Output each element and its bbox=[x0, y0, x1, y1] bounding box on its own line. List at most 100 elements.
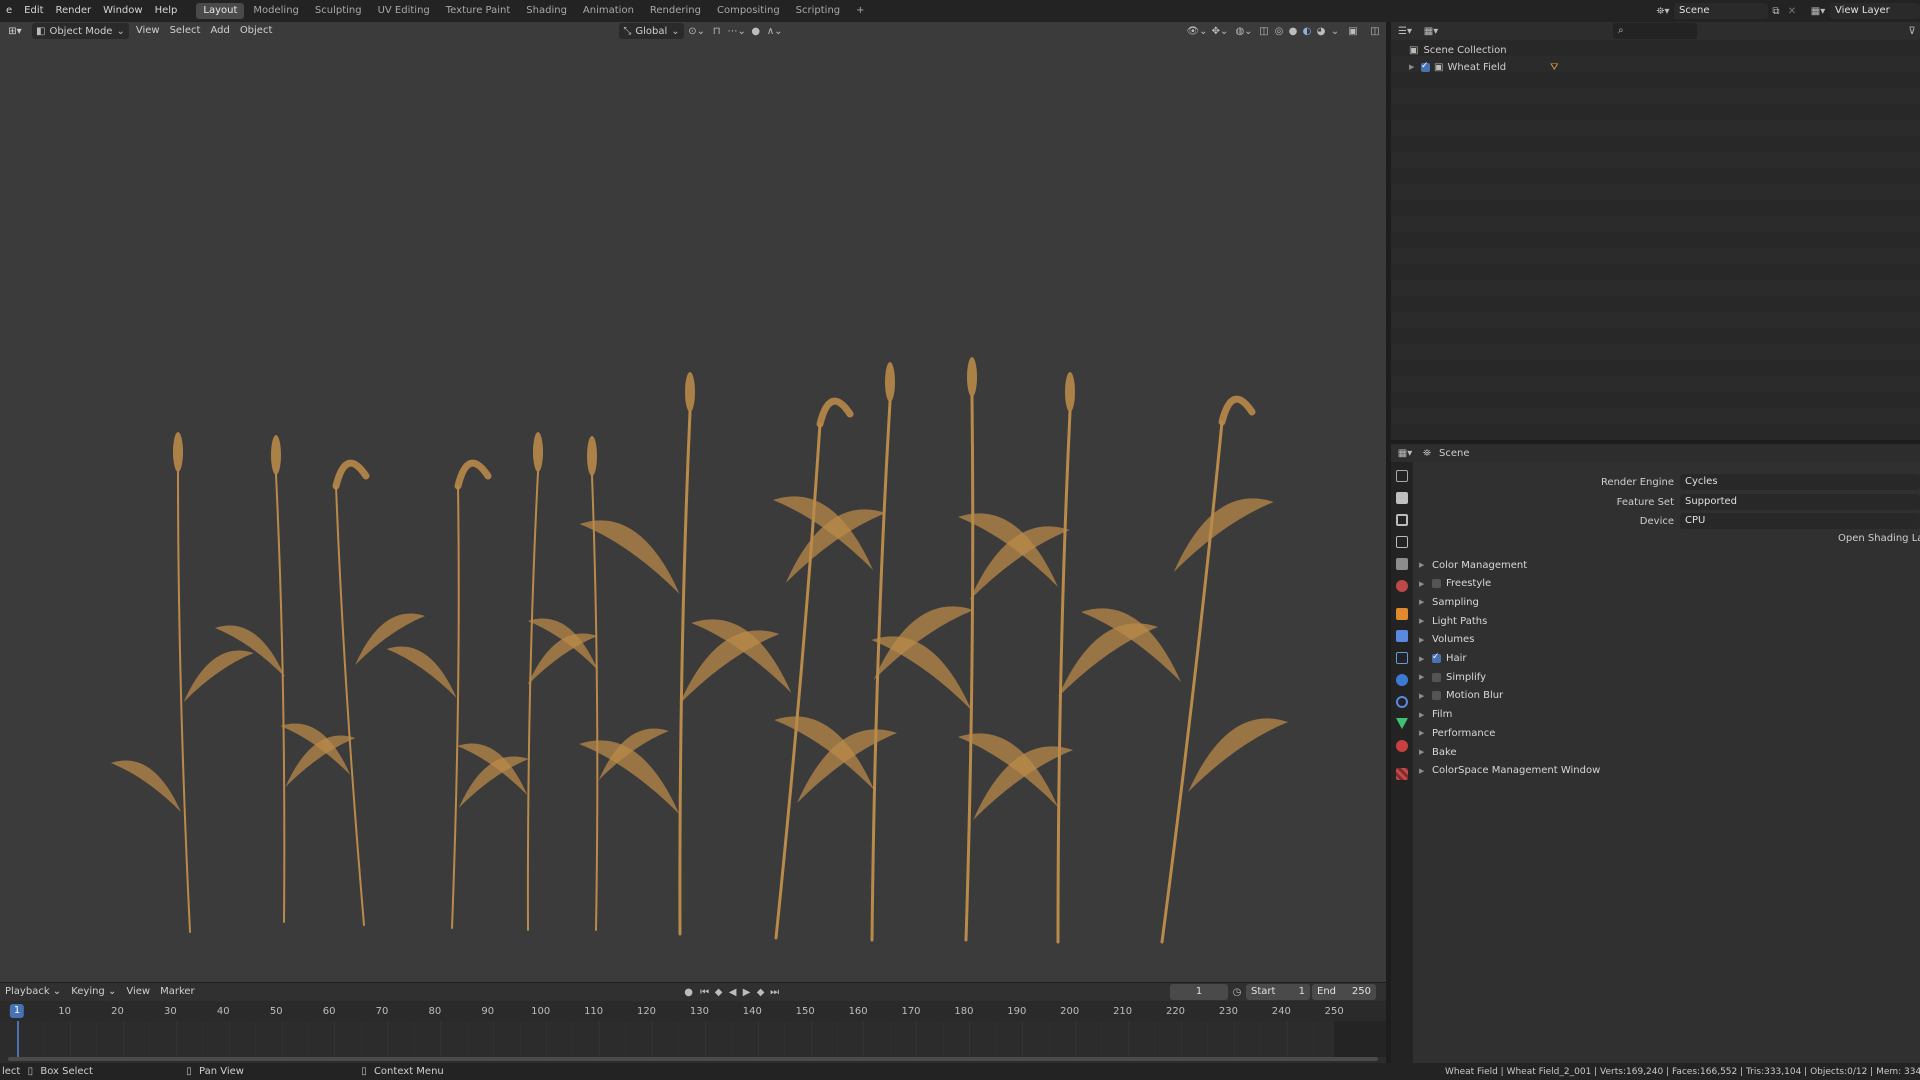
editor-type-icon[interactable]: ⊞▾ bbox=[0, 26, 30, 37]
panel-checkbox[interactable] bbox=[1432, 579, 1441, 589]
tab-layout[interactable]: Layout bbox=[196, 3, 245, 19]
tool-tab-icon[interactable] bbox=[1396, 470, 1408, 482]
tab-animation[interactable]: Animation bbox=[576, 3, 641, 19]
visibility-icon[interactable]: 👁⌄ bbox=[1186, 26, 1208, 37]
snap-icon[interactable]: ⊓ bbox=[708, 26, 726, 37]
outliner-item-wheat-field[interactable]: ▶ ▣ Wheat Field ⛛ bbox=[1409, 60, 1559, 74]
next-keyframe-icon[interactable]: ◆ bbox=[754, 987, 768, 998]
render-menu[interactable]: Render bbox=[50, 0, 98, 22]
expand-arrow-icon[interactable]: ▶ bbox=[1409, 63, 1417, 71]
end-frame-field[interactable]: End 250 bbox=[1312, 984, 1376, 1000]
panel-header[interactable]: ▶ Film bbox=[1419, 707, 1452, 723]
output-tab-icon[interactable] bbox=[1396, 514, 1408, 526]
edit-menu[interactable]: Edit bbox=[18, 0, 49, 22]
transform-orientation[interactable]: ⤡ Global ⌄ bbox=[619, 23, 684, 39]
marker-menu[interactable]: Marker bbox=[155, 984, 200, 1000]
panel-header[interactable]: ▶ Motion Blur bbox=[1419, 688, 1503, 704]
data-tab-icon[interactable] bbox=[1396, 718, 1408, 729]
texture-tab-icon[interactable] bbox=[1396, 768, 1408, 780]
remove-scene-icon[interactable]: ✕ bbox=[1784, 6, 1800, 17]
keying-menu[interactable]: Keying ⌄ bbox=[66, 984, 121, 1000]
panel-header[interactable]: ▶ Simplify bbox=[1419, 669, 1486, 685]
jump-start-icon[interactable]: ⏮ bbox=[698, 987, 712, 998]
panel-header[interactable]: ▶ Sampling bbox=[1419, 594, 1479, 610]
feature-set-select[interactable]: Supported bbox=[1680, 494, 1920, 510]
panel-checkbox[interactable] bbox=[1432, 652, 1441, 663]
object-menu[interactable]: Object bbox=[235, 23, 278, 39]
solid-shading-icon[interactable]: ● bbox=[1286, 26, 1300, 37]
playback-menu[interactable]: Playback ⌄ bbox=[0, 984, 66, 1000]
start-frame-field[interactable]: Start 1 bbox=[1246, 984, 1310, 1000]
panel-header[interactable]: ▶ Hair bbox=[1419, 651, 1467, 667]
record-icon[interactable]: ● bbox=[680, 987, 698, 998]
split-view-icon[interactable]: ◫ bbox=[1364, 26, 1386, 37]
camera-view-icon[interactable]: ▣ bbox=[1342, 26, 1364, 37]
panel-header[interactable]: ▶ Bake bbox=[1419, 744, 1457, 760]
panel-header[interactable]: ▶ Light Paths bbox=[1419, 613, 1487, 629]
prev-keyframe-icon[interactable]: ◆ bbox=[712, 987, 726, 998]
particles-tab-icon[interactable] bbox=[1396, 652, 1408, 664]
tab-compositing[interactable]: Compositing bbox=[710, 3, 787, 19]
panel-header[interactable]: ▶ Freestyle bbox=[1419, 576, 1491, 592]
new-scene-icon[interactable]: ⧉ bbox=[1768, 6, 1784, 17]
view-layer-tab-icon[interactable] bbox=[1396, 536, 1408, 548]
mode-selector[interactable]: ◧ Object Mode ⌄ bbox=[32, 23, 129, 39]
add-menu[interactable]: Add bbox=[205, 23, 234, 39]
physics-tab-icon[interactable] bbox=[1396, 674, 1408, 686]
view-layer-icon[interactable]: ▦▾ bbox=[1806, 6, 1830, 17]
material-tab-icon[interactable] bbox=[1396, 740, 1408, 752]
file-menu[interactable]: e bbox=[0, 0, 18, 22]
constraints-tab-icon[interactable] bbox=[1396, 696, 1408, 708]
panel-header[interactable]: ▶ Performance bbox=[1419, 725, 1495, 741]
play-reverse-icon[interactable]: ◀ bbox=[726, 987, 740, 998]
exclude-checkbox[interactable] bbox=[1421, 61, 1430, 72]
3d-viewport[interactable] bbox=[0, 22, 1386, 982]
xray-icon[interactable]: ◫ bbox=[1256, 26, 1272, 37]
outliner-search-input[interactable]: ⌕ bbox=[1613, 23, 1697, 39]
scene-icon[interactable]: ⛯▾ bbox=[1652, 6, 1674, 17]
tab-rendering[interactable]: Rendering bbox=[643, 3, 708, 19]
help-menu[interactable]: Help bbox=[149, 0, 184, 22]
scene-tab-icon[interactable] bbox=[1396, 558, 1408, 570]
render-tab-icon[interactable] bbox=[1396, 492, 1408, 504]
panel-checkbox[interactable] bbox=[1432, 691, 1441, 701]
world-tab-icon[interactable] bbox=[1396, 580, 1408, 592]
tab-sculpting[interactable]: Sculpting bbox=[308, 3, 369, 19]
snap-target-icon[interactable]: ⋯⌄ bbox=[726, 26, 748, 37]
render-engine-select[interactable]: Cycles bbox=[1680, 474, 1920, 490]
falloff-icon[interactable]: ∧⌄ bbox=[764, 26, 786, 37]
timeline-view-menu[interactable]: View bbox=[121, 984, 155, 1000]
clock-icon[interactable]: ◷ bbox=[1228, 987, 1246, 998]
display-mode-icon[interactable]: ▦▾ bbox=[1419, 26, 1443, 37]
panel-header[interactable]: ▶ Volumes bbox=[1419, 632, 1474, 648]
panel-checkbox[interactable] bbox=[1432, 672, 1441, 682]
tab-uv-editing[interactable]: UV Editing bbox=[371, 3, 437, 19]
view-menu[interactable]: View bbox=[131, 23, 165, 39]
material-shading-icon[interactable]: ◐ bbox=[1300, 26, 1314, 37]
playhead[interactable] bbox=[17, 1021, 19, 1057]
select-menu[interactable]: Select bbox=[165, 23, 206, 39]
panel-header[interactable]: ▶ ColorSpace Management Window bbox=[1419, 763, 1600, 779]
current-frame-field[interactable]: 1 bbox=[1170, 984, 1228, 1000]
tab-shading[interactable]: Shading bbox=[519, 3, 574, 19]
add-workspace-button[interactable]: + bbox=[849, 3, 871, 19]
object-tab-icon[interactable] bbox=[1396, 608, 1408, 620]
timeline-scrollbar[interactable] bbox=[8, 1057, 1378, 1061]
play-icon[interactable]: ▶ bbox=[740, 987, 754, 998]
chevron-down-icon[interactable]: ⌄ bbox=[1328, 26, 1342, 37]
panel-header[interactable]: ▶ Color Management bbox=[1419, 557, 1527, 573]
overlay-icon[interactable]: ◍⌄ bbox=[1232, 26, 1256, 37]
view-layer-selector[interactable]: View Layer bbox=[1830, 3, 1920, 19]
outliner-editor-icon[interactable]: ☰▾ bbox=[1391, 26, 1419, 37]
wireframe-shading-icon[interactable]: ◎ bbox=[1272, 26, 1286, 37]
properties-editor-icon[interactable]: ▦▾ bbox=[1391, 448, 1419, 459]
jump-end-icon[interactable]: ⏭ bbox=[768, 987, 782, 998]
filter-icon[interactable]: ⊽ bbox=[1904, 26, 1920, 37]
rendered-shading-icon[interactable]: ◕ bbox=[1314, 26, 1328, 37]
osl-checkbox-row[interactable]: Open Shading Langua bbox=[1838, 530, 1920, 546]
outliner-root-row[interactable]: ▣ Scene Collection bbox=[1409, 43, 1507, 57]
device-select[interactable]: CPU bbox=[1680, 513, 1920, 529]
modifier-tab-icon[interactable] bbox=[1396, 630, 1408, 642]
timeline-area[interactable]: 1 10 20 30 40 50 60 70 80 90 100 110 120 130 140 150 160… bbox=[0, 1001, 1386, 1063]
frame-ruler[interactable]: 1 10 20 30 40 50 60 70 80 90 100 110 120 130 140 150 160… bbox=[0, 1001, 1386, 1021]
